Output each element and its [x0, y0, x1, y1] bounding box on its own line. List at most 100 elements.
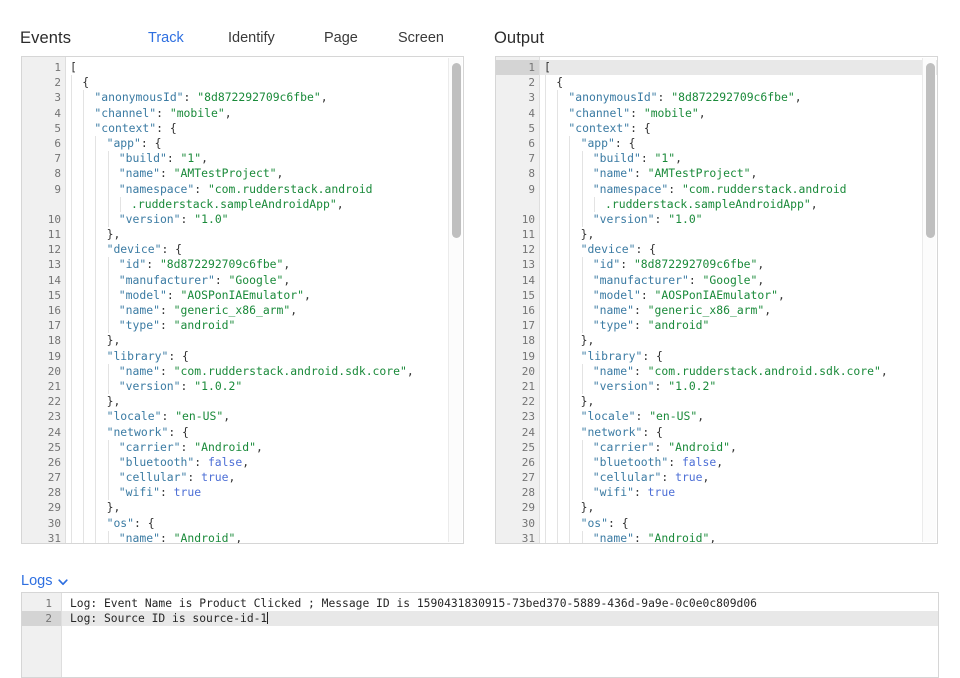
code-line[interactable]: "anonymousId": "8d872292709c6fbe",: [66, 90, 463, 106]
line-number[interactable]: 8: [496, 166, 539, 181]
log-line[interactable]: Log: Source ID is source-id-1: [62, 611, 938, 627]
code-line[interactable]: "app": {: [66, 135, 463, 152]
chevron-down-icon[interactable]: [57, 576, 69, 588]
code-line[interactable]: "bluetooth": false,: [540, 454, 937, 471]
code-line[interactable]: "type": "android": [66, 318, 463, 334]
line-number[interactable]: 5▾: [22, 121, 73, 136]
code-line[interactable]: {: [540, 75, 937, 91]
line-number[interactable]: 28: [22, 485, 65, 500]
code-line[interactable]: "type": "android": [540, 318, 937, 334]
tab-page[interactable]: Page: [324, 30, 358, 46]
code-line[interactable]: "id": "8d872292709c6fbe",: [66, 257, 463, 273]
line-number[interactable]: 11: [22, 227, 65, 242]
code-line[interactable]: "id": "8d872292709c6fbe",: [540, 257, 937, 273]
code-line[interactable]: "namespace": "com.rudderstack.android: [540, 181, 937, 197]
line-number[interactable]: 30▾: [22, 516, 73, 531]
code-line[interactable]: "version": "1.0": [540, 211, 937, 228]
code-line[interactable]: "carrier": "Android",: [540, 439, 937, 455]
code-line[interactable]: },: [66, 394, 463, 410]
code-line[interactable]: "cellular": true,: [66, 470, 463, 486]
code-line[interactable]: "channel": "mobile",: [66, 105, 463, 121]
line-number[interactable]: 29: [496, 500, 539, 515]
line-number[interactable]: 19▾: [22, 349, 73, 364]
code-line[interactable]: "name": "Android",: [540, 530, 937, 543]
code-line[interactable]: "device": {: [540, 242, 937, 258]
line-number[interactable]: 7: [22, 151, 65, 166]
code-line[interactable]: "version": "1.0": [66, 211, 463, 228]
code-line[interactable]: "carrier": "Android",: [66, 439, 463, 455]
events-scrollbar-thumb[interactable]: [452, 62, 461, 238]
code-line[interactable]: "locale": "en-US",: [66, 409, 463, 425]
line-number[interactable]: 5▾: [496, 121, 547, 136]
logs-code-area[interactable]: Log: Event Name is Product Clicked ; Mes…: [62, 593, 938, 677]
line-number[interactable]: 12▾: [22, 242, 73, 257]
line-number[interactable]: 31: [22, 531, 65, 543]
line-number[interactable]: 18: [22, 333, 65, 348]
line-number[interactable]: 22: [496, 394, 539, 409]
line-number[interactable]: 22: [22, 394, 65, 409]
code-line[interactable]: "manufacturer": "Google",: [66, 272, 463, 288]
line-number[interactable]: 10: [22, 212, 65, 227]
line-number[interactable]: 26: [496, 455, 539, 470]
code-line[interactable]: "manufacturer": "Google",: [540, 272, 937, 288]
line-number[interactable]: 20: [496, 364, 539, 379]
code-line[interactable]: "locale": "en-US",: [540, 409, 937, 425]
line-number[interactable]: 13: [22, 257, 65, 272]
code-line[interactable]: "context": {: [540, 120, 937, 136]
code-line[interactable]: },: [540, 333, 937, 349]
code-line[interactable]: "version": "1.0.2": [540, 378, 937, 395]
line-number[interactable]: 13: [496, 257, 539, 272]
line-number[interactable]: 21: [22, 379, 65, 394]
line-number[interactable]: [496, 197, 539, 212]
output-code-area[interactable]: [{"anonymousId": "8d872292709c6fbe", "cha…: [540, 57, 937, 543]
code-line[interactable]: "name": "Android",: [66, 530, 463, 543]
code-line[interactable]: "os": {: [540, 515, 937, 531]
code-line[interactable]: "channel": "mobile",: [540, 105, 937, 121]
line-number[interactable]: 16: [496, 303, 539, 318]
code-line[interactable]: },: [66, 227, 463, 243]
line-number[interactable]: 3: [496, 90, 539, 105]
line-number[interactable]: 24▾: [22, 425, 73, 440]
code-line[interactable]: "model": "AOSPonIAEmulator",: [66, 287, 463, 303]
line-number[interactable]: 15: [22, 288, 65, 303]
line-number[interactable]: 31: [496, 531, 539, 543]
line-number[interactable]: 4: [496, 106, 539, 121]
line-number[interactable]: 21: [496, 379, 539, 394]
output-editor-panel[interactable]: 1▾2▾345▾6▾789101112▾13141516171819▾20212…: [495, 56, 938, 544]
line-number[interactable]: 15: [496, 288, 539, 303]
logs-toggle[interactable]: Logs: [21, 572, 69, 590]
line-number[interactable]: 23: [496, 409, 539, 424]
code-line[interactable]: .rudderstack.sampleAndroidApp",: [540, 196, 937, 212]
tab-screen[interactable]: Screen: [398, 30, 444, 46]
line-number[interactable]: 18: [496, 333, 539, 348]
code-line[interactable]: "network": {: [540, 424, 937, 440]
code-line[interactable]: "name": "generic_x86_arm",: [540, 303, 937, 319]
line-number[interactable]: 27: [496, 470, 539, 485]
code-line[interactable]: "wifi": true: [540, 485, 937, 501]
code-line[interactable]: "build": "1",: [66, 151, 463, 167]
code-line[interactable]: "build": "1",: [540, 151, 937, 167]
line-number[interactable]: 9: [496, 182, 539, 197]
line-number[interactable]: 25: [22, 440, 65, 455]
code-line[interactable]: "anonymousId": "8d872292709c6fbe",: [540, 90, 937, 106]
code-line[interactable]: "name": "com.rudderstack.android.sdk.cor…: [66, 363, 463, 379]
code-line[interactable]: "bluetooth": false,: [66, 454, 463, 471]
code-line[interactable]: },: [540, 227, 937, 243]
code-line[interactable]: "name": "com.rudderstack.android.sdk.cor…: [540, 363, 937, 379]
line-number[interactable]: [22, 197, 65, 212]
line-number[interactable]: 7: [496, 151, 539, 166]
code-line[interactable]: "wifi": true: [66, 485, 463, 501]
code-line[interactable]: "context": {: [66, 120, 463, 136]
line-number[interactable]: 23: [22, 409, 65, 424]
line-number[interactable]: 2▾: [496, 75, 547, 90]
events-editor-panel[interactable]: 1▾2▾345▾6▾789101112▾13141516171819▾20212…: [21, 56, 464, 544]
line-number[interactable]: 26: [22, 455, 65, 470]
code-line[interactable]: {: [66, 75, 463, 91]
code-line[interactable]: "name": "AMTestProject",: [540, 166, 937, 182]
line-number[interactable]: 11: [496, 227, 539, 242]
output-vertical-scrollbar[interactable]: [922, 58, 936, 542]
code-line[interactable]: },: [540, 394, 937, 410]
line-number[interactable]: 28: [496, 485, 539, 500]
code-line[interactable]: "name": "AMTestProject",: [66, 166, 463, 182]
line-number[interactable]: 27: [22, 470, 65, 485]
